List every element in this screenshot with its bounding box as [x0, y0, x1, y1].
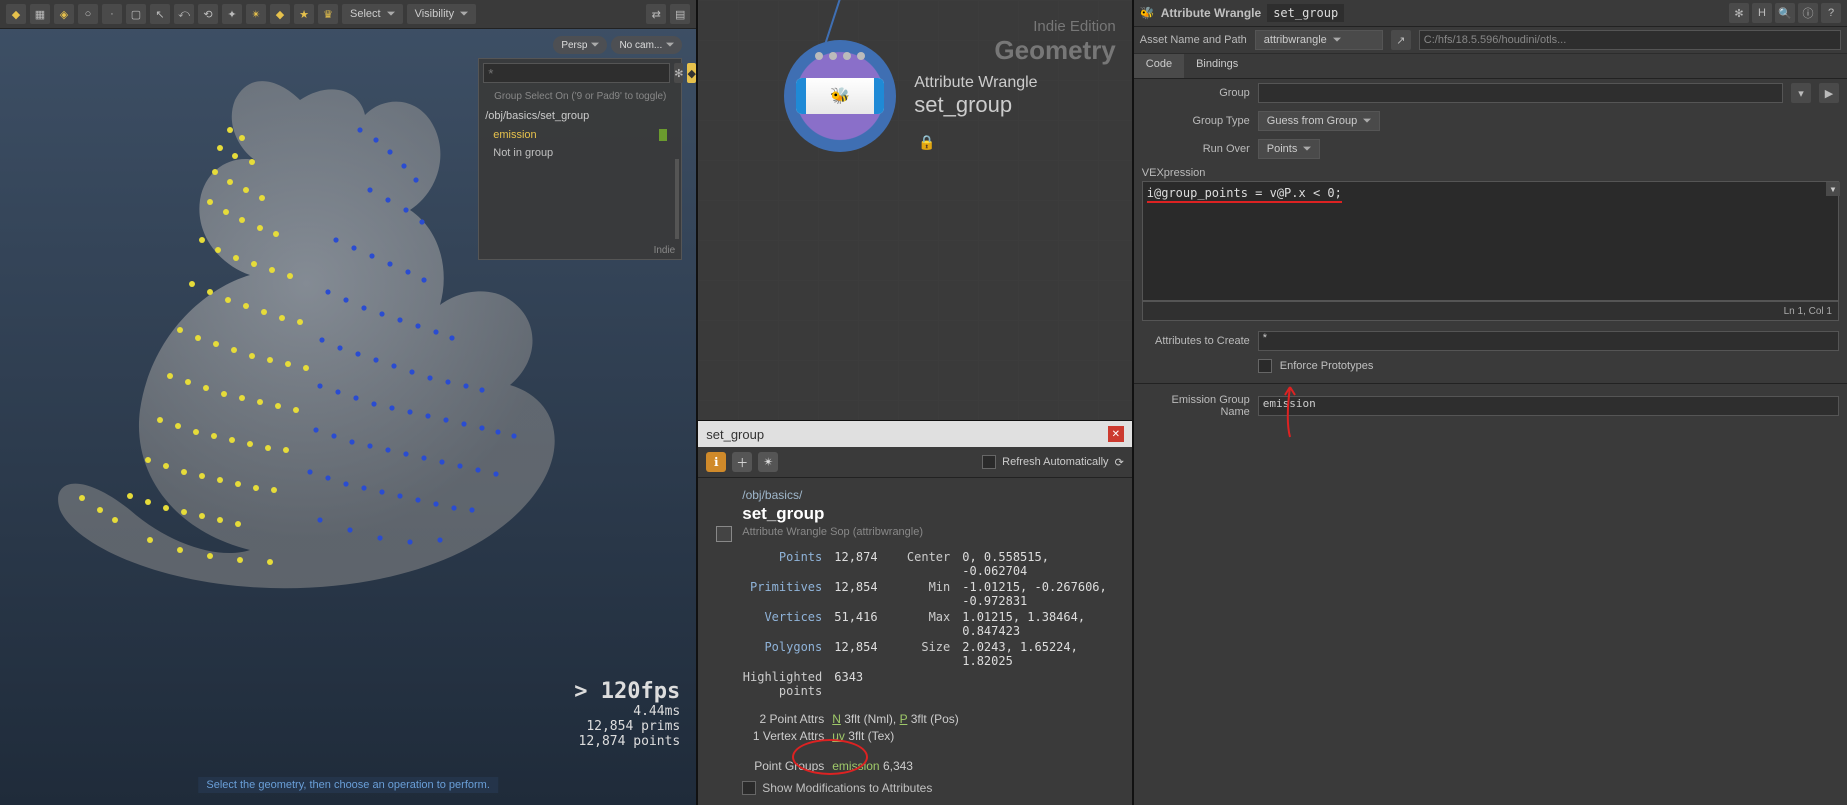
runover-select[interactable]: Points — [1258, 139, 1321, 159]
group-field[interactable] — [1258, 83, 1783, 103]
search-icon[interactable]: 🔍 — [1775, 3, 1795, 23]
vex-label: VEXpression — [1134, 163, 1847, 181]
gear-icon[interactable]: ✻ — [1729, 3, 1749, 23]
tool-icon[interactable]: ⤺ — [174, 4, 194, 24]
show-mod-checkbox[interactable] — [742, 781, 756, 795]
asset-path-field[interactable]: C:/hfs/18.5.596/houdini/otls... — [1419, 30, 1841, 50]
enforce-label: Enforce Prototypes — [1280, 360, 1374, 372]
grouptype-label: Group Type — [1142, 115, 1250, 127]
grouptype-select[interactable]: Guess from Group — [1258, 111, 1380, 131]
tool-icon[interactable]: ⟲ — [198, 4, 218, 24]
cube-icon — [716, 526, 732, 542]
arrow-icon[interactable]: ▶ — [1819, 83, 1839, 103]
group-toggle-icon[interactable]: ◆ — [687, 63, 695, 83]
tool-icon[interactable]: ✴ — [246, 4, 266, 24]
tool-icon[interactable]: ▢ — [126, 4, 146, 24]
info-name: set_group — [742, 504, 1114, 524]
group-swatch — [659, 129, 667, 141]
tool-icon[interactable]: ★ — [294, 4, 314, 24]
emission-field[interactable]: emission — [1258, 396, 1839, 416]
asset-name-field[interactable]: attribwrangle — [1255, 30, 1383, 50]
attrs-create-field[interactable]: * — [1258, 331, 1839, 351]
camera-badge[interactable]: No cam... — [611, 36, 682, 54]
dropdown-icon[interactable]: ▾ — [1791, 83, 1811, 103]
enforce-checkbox[interactable] — [1258, 359, 1272, 373]
tab-code[interactable]: Code — [1134, 54, 1184, 78]
select-dropdown[interactable]: Select — [342, 4, 403, 24]
close-icon[interactable]: ✕ — [1108, 426, 1124, 442]
tool-icon[interactable]: ◆ — [6, 4, 26, 24]
tool-icon[interactable]: ⇄ — [646, 4, 666, 24]
node-attribwrangle[interactable]: 🐝 — [784, 40, 896, 152]
vex-status: Ln 1, Col 1 — [1142, 301, 1839, 321]
viewport-hint: Select the geometry, then choose an oper… — [198, 777, 498, 793]
tool-icon[interactable]: ○ — [78, 4, 98, 24]
attrs-create-label: Attributes to Create — [1142, 335, 1250, 347]
tool-icon[interactable]: ◆ — [270, 4, 290, 24]
crown-icon[interactable]: ♛ — [318, 4, 338, 24]
visibility-dropdown[interactable]: Visibility — [407, 4, 477, 24]
network-view[interactable]: Indie Edition Geometry 🐝 Attribute Wrang… — [698, 0, 1132, 420]
scrollbar[interactable] — [675, 159, 679, 239]
asset-label: Asset Name and Path — [1140, 34, 1247, 46]
info-icon[interactable]: ⓘ — [1798, 3, 1818, 23]
group-label: Group — [1142, 87, 1250, 99]
viewport-canvas[interactable] — [20, 40, 580, 620]
jump-icon[interactable]: ↗ — [1391, 30, 1411, 50]
gear-icon[interactable]: ✻ — [674, 63, 683, 83]
wrangle-icon: 🐝 — [1140, 6, 1155, 20]
param-header-type: Attribute Wrangle — [1161, 6, 1261, 20]
info-panel-header: set_group ✕ — [698, 420, 1132, 447]
node-name-label: set_group — [914, 92, 1037, 118]
refresh-checkbox[interactable] — [982, 455, 996, 469]
vex-editor[interactable]: i@group_points = v@P.x < 0; ▾ — [1142, 181, 1839, 301]
info-icon[interactable]: ℹ — [706, 452, 726, 472]
expand-icon[interactable]: ▾ — [1826, 182, 1840, 196]
runover-label: Run Over — [1142, 143, 1250, 155]
bug-icon[interactable]: ✴ — [758, 452, 778, 472]
info-path: /obj/basics/ — [742, 488, 1114, 502]
tool-icon[interactable]: ▤ — [670, 4, 690, 24]
plus-icon[interactable]: ＋ — [732, 452, 752, 472]
refresh-label: Refresh Automatically — [1002, 456, 1108, 468]
reload-icon[interactable]: ⟳ — [1115, 456, 1124, 469]
tool-icon[interactable]: ✦ — [222, 4, 242, 24]
tool-icon[interactable]: ▦ — [30, 4, 50, 24]
lock-icon: 🔒 — [918, 134, 935, 151]
node-type-label: Attribute Wrangle — [914, 74, 1037, 92]
watermark-edition: Indie Edition — [994, 18, 1115, 35]
info-type: Attribute Wrangle Sop (attribwrangle) — [742, 526, 1114, 538]
viewport-stats: > 120fps 4.44ms 12,854 prims 12,874 poin… — [574, 679, 680, 749]
param-header-name[interactable]: set_group — [1267, 4, 1344, 22]
tool-icon[interactable]: ↖ — [150, 4, 170, 24]
tool-icon[interactable]: ◈ — [54, 4, 74, 24]
tool-icon[interactable]: · — [102, 4, 122, 24]
show-mod-label: Show Modifications to Attributes — [762, 781, 932, 795]
help-icon[interactable]: ? — [1821, 3, 1841, 23]
h-icon[interactable]: H — [1752, 3, 1772, 23]
emission-label: Emission Group Name — [1142, 394, 1250, 418]
viewport-toolbar: ◆ ▦ ◈ ○ · ▢ ↖ ⤺ ⟲ ✦ ✴ ◆ ★ ♛ Select Visib… — [0, 0, 696, 29]
tab-bindings[interactable]: Bindings — [1184, 54, 1250, 78]
